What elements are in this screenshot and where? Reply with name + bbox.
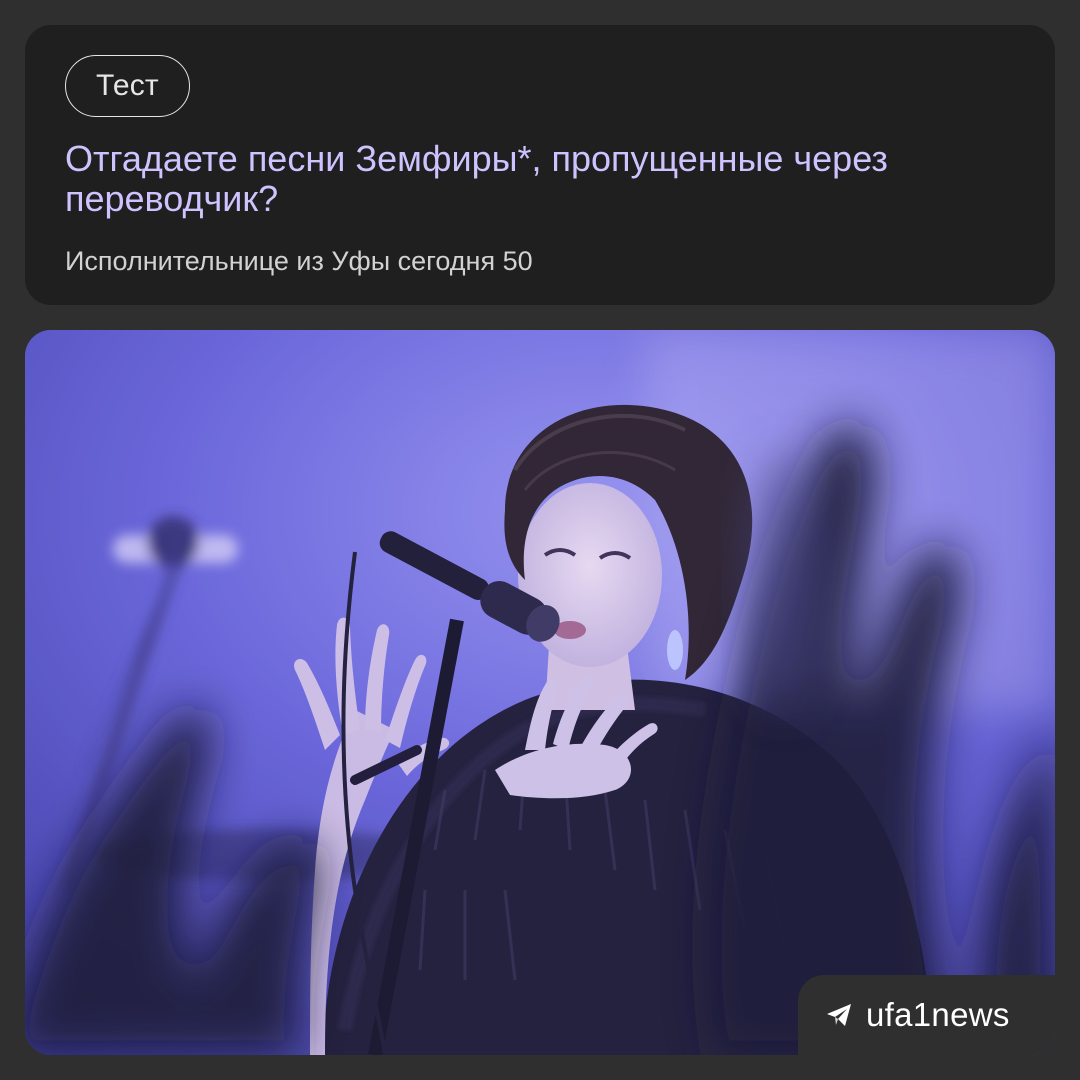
telegram-icon xyxy=(824,1000,854,1030)
brand-badge[interactable]: ufa1news xyxy=(798,975,1055,1055)
article-card[interactable]: Тест Отгадаете песни Земфиры*, пропущенн… xyxy=(25,25,1055,305)
article-photo[interactable] xyxy=(25,330,1055,1055)
article-headline[interactable]: Отгадаете песни Земфиры*, пропущенные че… xyxy=(65,139,1005,219)
article-subtitle: Исполнительнице из Уфы сегодня 50 xyxy=(65,246,533,276)
category-tag[interactable]: Тест xyxy=(65,55,190,117)
concert-photo-illustration xyxy=(25,330,1055,1055)
brand-name: ufa1news xyxy=(866,996,1010,1033)
